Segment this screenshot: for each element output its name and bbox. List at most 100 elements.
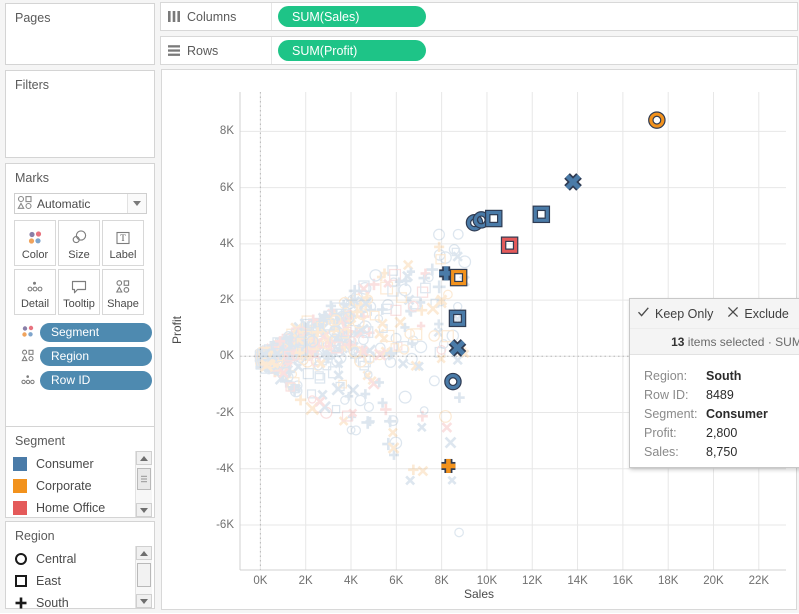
- marks-pill-region-label: Region: [40, 347, 152, 366]
- summary-measure-label: SUM(Sales):: [775, 335, 799, 349]
- tooltip-button[interactable]: Tooltip: [58, 269, 100, 315]
- detail-button[interactable]: Detail: [14, 269, 56, 315]
- tooltip-value: 8489: [706, 386, 734, 405]
- color-button-label: Color: [22, 249, 48, 261]
- x-tick-label: 20K: [703, 575, 723, 587]
- color-swatch: [13, 457, 27, 471]
- close-x-icon: [727, 306, 739, 321]
- scroll-up-icon[interactable]: [136, 546, 152, 560]
- label-button[interactable]: T Label: [102, 220, 144, 266]
- scroll-up-icon[interactable]: [136, 451, 152, 465]
- scatter-mark-selected: [504, 239, 516, 251]
- legend-item-east[interactable]: East: [13, 570, 135, 592]
- x-tick-label: 22K: [749, 575, 769, 587]
- tooltip-value: South: [706, 367, 741, 386]
- segment-legend-title: Segment: [6, 427, 154, 452]
- color-swatch: [13, 479, 27, 493]
- summary-separator: ·: [768, 335, 772, 349]
- selection-tooltip[interactable]: Keep Only Exclude: [629, 298, 799, 468]
- scatter-mark-selected: [447, 376, 459, 388]
- x-tick-label: 14K: [567, 575, 587, 587]
- legend-label: South: [36, 596, 69, 610]
- x-axis-title: Sales: [162, 587, 796, 601]
- tooltip-bubble-icon: [69, 276, 89, 298]
- region-legend-body: Central East: [6, 546, 154, 608]
- filters-card: Filters: [5, 70, 155, 158]
- marks-pill-segment[interactable]: Segment: [16, 322, 152, 342]
- tooltip-summary: 13 items selected · SUM(Sales): 145,778: [630, 329, 799, 355]
- shelf-divider: [271, 3, 272, 30]
- filters-title: Filters: [6, 71, 154, 96]
- view-pane: Profit Sales 8K6K4K2K0K-2K-4K-6K 0K2K4K6…: [161, 69, 797, 610]
- tooltip-row-region: Region: South: [644, 367, 799, 386]
- size-button[interactable]: Size: [58, 220, 100, 266]
- y-tick-label: 6K: [160, 182, 234, 194]
- color-dots-icon: [25, 227, 45, 249]
- shape-glyphs-icon: [16, 347, 40, 365]
- segment-legend-body: Consumer Corporate Home Office: [6, 451, 154, 517]
- columns-shelf[interactable]: Columns SUM(Sales): [160, 2, 798, 31]
- scrollbar-thumb[interactable]: [137, 468, 151, 490]
- marks-pill-rowid[interactable]: Row ID: [16, 370, 152, 390]
- mark-type-selector[interactable]: Automatic: [14, 193, 147, 214]
- legend-label: Corporate: [36, 479, 92, 493]
- tooltip-details: Region: South Row ID: 8489 Segment: Cons…: [630, 355, 799, 462]
- y-tick-label: 4K: [160, 238, 234, 250]
- color-swatch: [13, 501, 27, 515]
- x-tick-label: 0K: [253, 575, 267, 587]
- scatter-mark-selected: [535, 208, 547, 220]
- legend-item-corporate[interactable]: Corporate: [13, 475, 135, 497]
- segment-legend-card: Segment Consumer Corporate Home Office: [5, 426, 155, 518]
- tooltip-button-label: Tooltip: [63, 298, 95, 310]
- legend-item-south[interactable]: South: [13, 592, 135, 614]
- keep-only-label: Keep Only: [655, 307, 713, 321]
- tooltip-key: Sales:: [644, 443, 706, 462]
- marks-buttons: Color Size T: [14, 220, 148, 318]
- selected-count: 13: [671, 335, 684, 349]
- x-tick-label: 12K: [522, 575, 542, 587]
- mark-type-dropdown-arrow[interactable]: [127, 194, 146, 213]
- left-panel: Pages Filters Marks Automatic: [0, 0, 160, 613]
- tooltip-key: Segment:: [644, 405, 706, 424]
- pill-sum-profit[interactable]: SUM(Profit): [278, 40, 426, 61]
- tableau-worksheet: Pages Filters Marks Automatic: [0, 0, 799, 613]
- pill-sum-sales[interactable]: SUM(Sales): [278, 6, 426, 27]
- color-button[interactable]: Color: [14, 220, 56, 266]
- x-tick-label: 8K: [435, 575, 449, 587]
- x-tick-label: 18K: [658, 575, 678, 587]
- exclude-button[interactable]: Exclude: [727, 306, 788, 321]
- keep-only-button[interactable]: Keep Only: [637, 306, 713, 321]
- y-tick-label: 8K: [160, 125, 234, 137]
- marks-pill-region[interactable]: Region: [16, 346, 152, 366]
- region-legend-title: Region: [6, 522, 154, 547]
- rows-icon: [161, 44, 187, 57]
- tooltip-row-rowid: Row ID: 8489: [644, 386, 799, 405]
- rows-shelf[interactable]: Rows SUM(Profit): [160, 36, 798, 65]
- detail-dots-icon: [25, 276, 45, 298]
- segment-legend-scrollbar[interactable]: [135, 451, 152, 517]
- tooltip-row-profit: Profit: 2,800: [644, 424, 799, 443]
- check-icon: [637, 306, 650, 321]
- scrollbar-thumb[interactable]: [137, 563, 151, 587]
- marks-pill-segment-label: Segment: [40, 323, 152, 342]
- scroll-down-icon[interactable]: [136, 594, 152, 608]
- region-legend-items: Central East: [6, 546, 135, 608]
- legend-item-central[interactable]: Central: [13, 548, 135, 570]
- scatter-mark-selected: [651, 114, 663, 126]
- scatter-mark-selected: [451, 342, 463, 354]
- scatter-mark-selected: [453, 272, 465, 284]
- region-legend-card: Region Central East: [5, 521, 155, 609]
- segment-legend-items: Consumer Corporate Home Office: [6, 451, 135, 517]
- region-legend-scrollbar[interactable]: [135, 546, 152, 608]
- svg-text:T: T: [120, 233, 126, 243]
- label-button-label: Label: [110, 249, 137, 261]
- legend-item-consumer[interactable]: Consumer: [13, 453, 135, 475]
- columns-icon: [161, 10, 187, 23]
- tooltip-value: 8,750: [706, 443, 737, 462]
- scroll-down-icon[interactable]: [136, 503, 152, 517]
- square-icon: [13, 573, 29, 589]
- shape-button[interactable]: Shape: [102, 269, 144, 315]
- detail-dots-icon: [16, 371, 40, 389]
- tooltip-key: Region:: [644, 367, 706, 386]
- legend-item-home-office[interactable]: Home Office: [13, 497, 135, 519]
